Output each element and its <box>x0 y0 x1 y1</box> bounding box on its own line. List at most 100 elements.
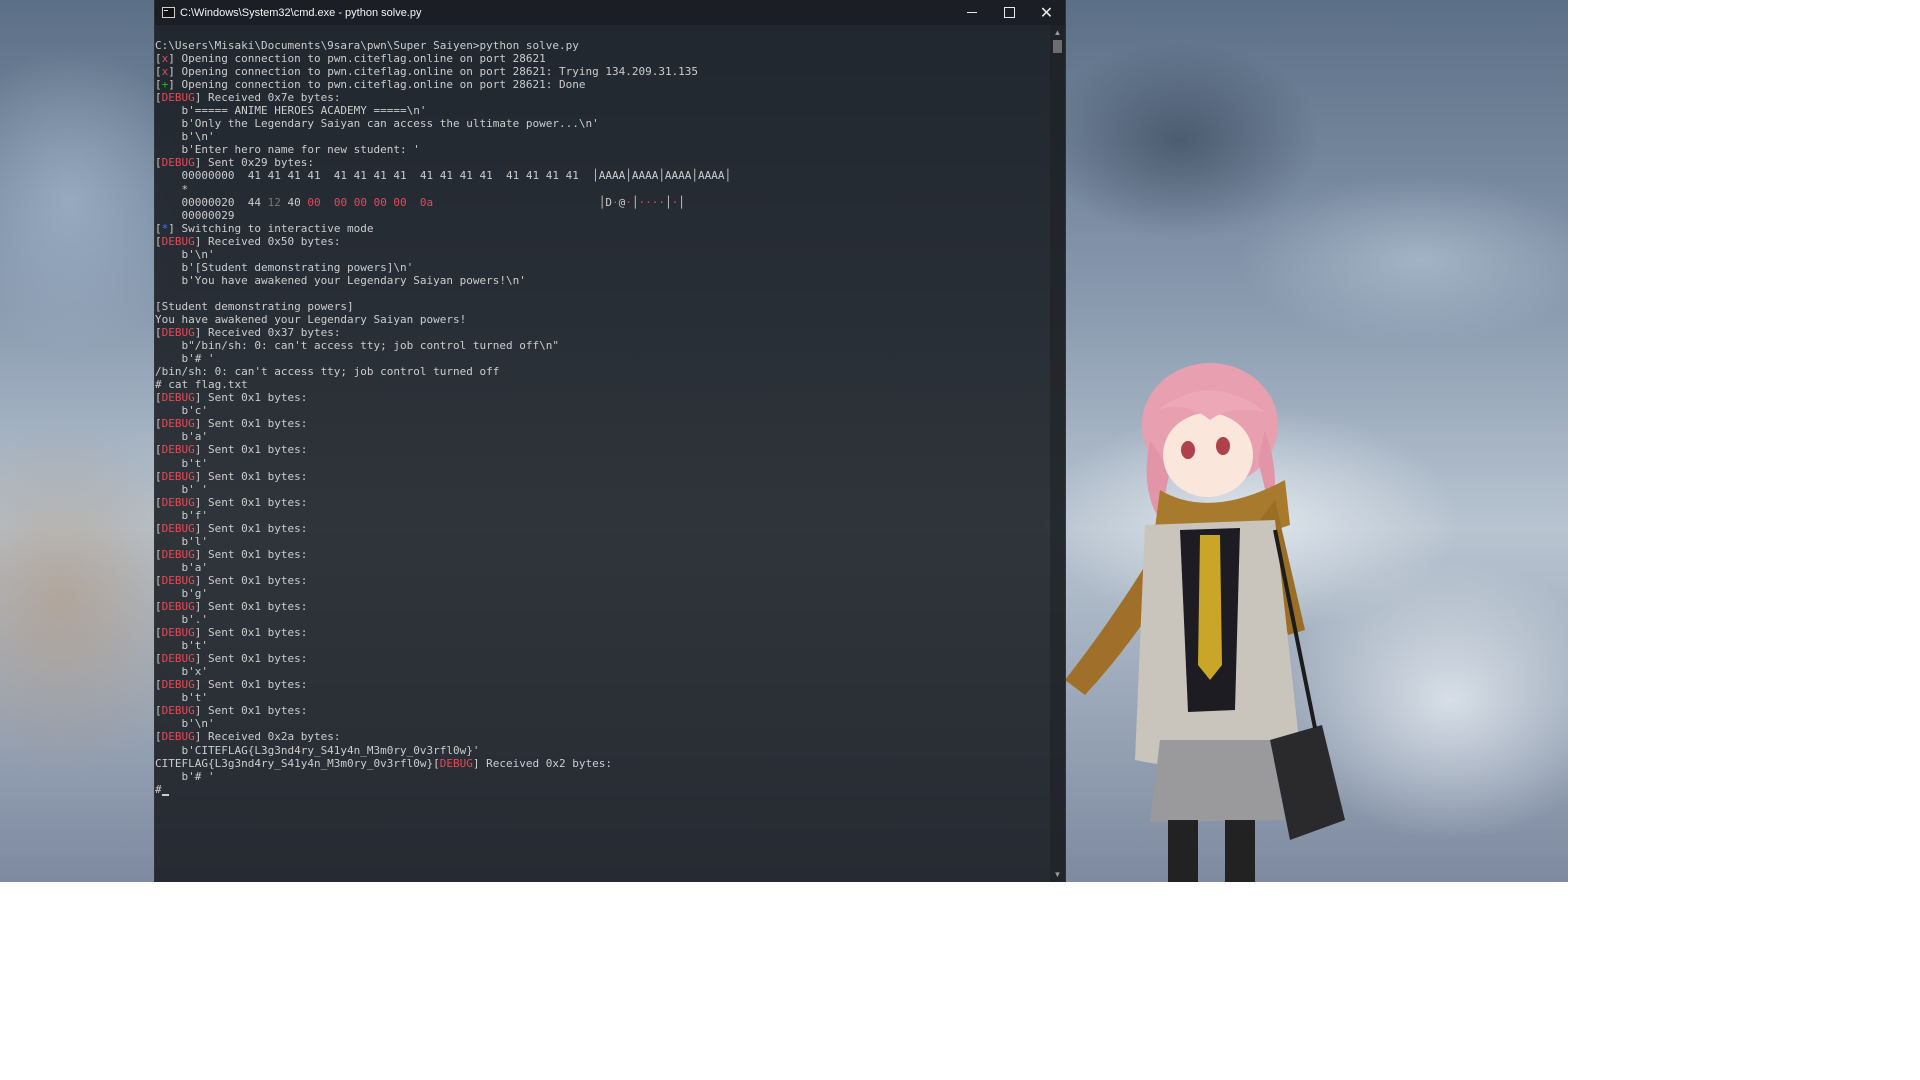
console-line: b'\n' <box>155 130 1050 143</box>
console-text-segment: b'\n' <box>155 717 215 731</box>
console-line: [DEBUG] Sent 0x1 bytes: <box>155 574 1050 587</box>
console-text-segment: ] Sent 0x1 bytes: <box>194 443 308 457</box>
console-text-segment: ···· <box>638 195 666 209</box>
console-text-segment: DEBUG <box>161 730 195 744</box>
console-text-segment: ] Sent 0x1 bytes: <box>194 678 308 692</box>
console-text-segment: DEBUG <box>161 391 195 405</box>
console-text-segment: │ <box>665 195 672 209</box>
console-text-segment: ] Opening connection to pwn.citeflag.onl… <box>168 52 546 66</box>
console-text-segment: [ <box>155 704 162 718</box>
chevron-up-icon[interactable]: ▲ <box>1050 25 1065 40</box>
console-line: [DEBUG] Sent 0x1 bytes: <box>155 626 1050 639</box>
console-text-segment: b' ' <box>155 482 208 496</box>
console-text-segment: ] Switching to interactive mode <box>168 221 374 235</box>
console-text-segment: [ <box>155 91 162 105</box>
console-text-segment: [ <box>155 469 162 483</box>
console-text-segment: 00 00 00 00 00 0a <box>307 195 434 209</box>
console-line: /bin/sh: 0: can't access tty; job contro… <box>155 365 1050 378</box>
console-text-segment: b'# ' <box>155 352 215 366</box>
console-line: [x] Opening connection to pwn.citeflag.o… <box>155 52 1050 65</box>
console-line: [DEBUG] Received 0x2a bytes: <box>155 730 1050 743</box>
cmd-terminal-window[interactable]: C:\Windows\System32\cmd.exe - python sol… <box>155 0 1065 882</box>
console-text-segment: ] Received 0x2 bytes: <box>472 756 612 770</box>
console-text-segment: [ <box>155 730 162 744</box>
console-text-segment: [ <box>155 573 162 587</box>
console-line: b'You have awakened your Legendary Saiya… <box>155 274 1050 287</box>
console-line: b't' <box>155 639 1050 652</box>
console-text-segment: ] Received 0x37 bytes: <box>194 326 341 340</box>
console-line: b'.' <box>155 613 1050 626</box>
console-line: b'g' <box>155 587 1050 600</box>
console-text-segment: [ <box>155 221 162 235</box>
console-text-segment: 40 <box>280 195 308 209</box>
console-text-segment: ] Opening connection to pwn.citeflag.onl… <box>168 78 586 92</box>
console-text-segment: [ <box>155 652 162 666</box>
console-line: CITEFLAG{L3g3nd4ry_S41y4n_M3m0ry_0v3rfl0… <box>155 757 1050 770</box>
console-text-segment: │D <box>433 195 612 209</box>
console-line: b'f' <box>155 509 1050 522</box>
console-text-segment: b'You have awakened your Legendary Saiya… <box>155 273 526 287</box>
console-text-segment: [ <box>155 626 162 640</box>
console-text-segment: b'l' <box>155 534 208 548</box>
maximize-button[interactable] <box>991 0 1028 25</box>
console-text-segment: b'a' <box>155 430 208 444</box>
console-text-segment: DEBUG <box>161 521 195 535</box>
console-text-segment: 12 <box>267 195 281 209</box>
console-text-segment: C:\Users\Misaki\Documents\9sara\pwn\Supe… <box>155 39 579 52</box>
vertical-scrollbar[interactable]: ▲ ▼ <box>1050 25 1065 882</box>
console-line: b' ' <box>155 483 1050 496</box>
console-text-segment: ] Sent 0x1 bytes: <box>194 547 308 561</box>
console-text-segment: b'# ' <box>155 769 215 783</box>
console-line: b'\n' <box>155 717 1050 730</box>
cmd-icon <box>162 7 175 18</box>
console-line: # cat flag.txt <box>155 378 1050 391</box>
console-text-segment: ] Sent 0x1 bytes: <box>194 469 308 483</box>
console-line: [DEBUG] Received 0x50 bytes: <box>155 235 1050 248</box>
console-text-segment: [ <box>155 547 162 561</box>
console-line: [DEBUG] Sent 0x1 bytes: <box>155 704 1050 717</box>
window-title: C:\Windows\System32\cmd.exe - python sol… <box>180 6 422 19</box>
console-line: [DEBUG] Sent 0x1 bytes: <box>155 417 1050 430</box>
window-titlebar[interactable]: C:\Windows\System32\cmd.exe - python sol… <box>155 0 1065 25</box>
console-line: 00000029 <box>155 209 1050 222</box>
console-text-segment: [ <box>155 326 162 340</box>
console-text-segment: /bin/sh: 0: can't access tty; job contro… <box>155 365 500 379</box>
console-text-segment: # <box>155 782 162 796</box>
console-text-segment: DEBUG <box>161 91 195 105</box>
console-line: b't' <box>155 457 1050 470</box>
console-line: # <box>155 783 1050 796</box>
console-line: C:\Users\Misaki\Documents\9sara\pwn\Supe… <box>155 39 1050 52</box>
console-text-segment: ] Received 0x2a bytes: <box>194 730 341 744</box>
console-text-segment: b'Enter hero name for new student: ' <box>155 143 420 157</box>
text-cursor <box>161 793 169 796</box>
console-line: [DEBUG] Received 0x7e bytes: <box>155 91 1050 104</box>
console-text-segment: [ <box>155 52 162 66</box>
console-text-segment: DEBUG <box>161 156 195 170</box>
console-text-segment: ] Sent 0x1 bytes: <box>194 652 308 666</box>
console-text-segment: · <box>612 195 619 209</box>
close-button[interactable]: ✕ <box>1028 0 1065 25</box>
chevron-down-icon[interactable]: ▼ <box>1050 867 1065 882</box>
console-line: b'a' <box>155 561 1050 574</box>
console-line: b'Enter hero name for new student: ' <box>155 143 1050 156</box>
anime-girl-wallpaper-illustration <box>1065 363 1345 882</box>
console-text-segment: ] Received 0x7e bytes: <box>194 91 341 105</box>
console-text-segment: [ <box>155 391 162 405</box>
console-line: b'x' <box>155 665 1050 678</box>
console-text-segment: DEBUG <box>161 678 195 692</box>
console-text-segment: DEBUG <box>161 495 195 509</box>
console-text-segment: b'.' <box>155 613 208 627</box>
console-line: [DEBUG] Sent 0x1 bytes: <box>155 391 1050 404</box>
console-text-segment: [Student demonstrating powers] <box>155 299 354 313</box>
minimize-button[interactable] <box>953 0 990 25</box>
desktop-wallpaper: C:\Windows\System32\cmd.exe - python sol… <box>0 0 1568 882</box>
console-text-segment: 00000000 41 41 41 41 41 41 41 41 41 41 4… <box>155 169 732 183</box>
console-text-segment: [ <box>155 65 162 79</box>
console-text-segment: b't' <box>155 456 208 470</box>
console-line: b'l' <box>155 535 1050 548</box>
console-text-segment: DEBUG <box>161 704 195 718</box>
scrollbar-thumb[interactable] <box>1053 40 1062 53</box>
console-output[interactable]: C:\Users\Misaki\Documents\9sara\pwn\Supe… <box>155 39 1050 882</box>
console-text-segment: b'[Student demonstrating powers]\n' <box>155 260 414 274</box>
